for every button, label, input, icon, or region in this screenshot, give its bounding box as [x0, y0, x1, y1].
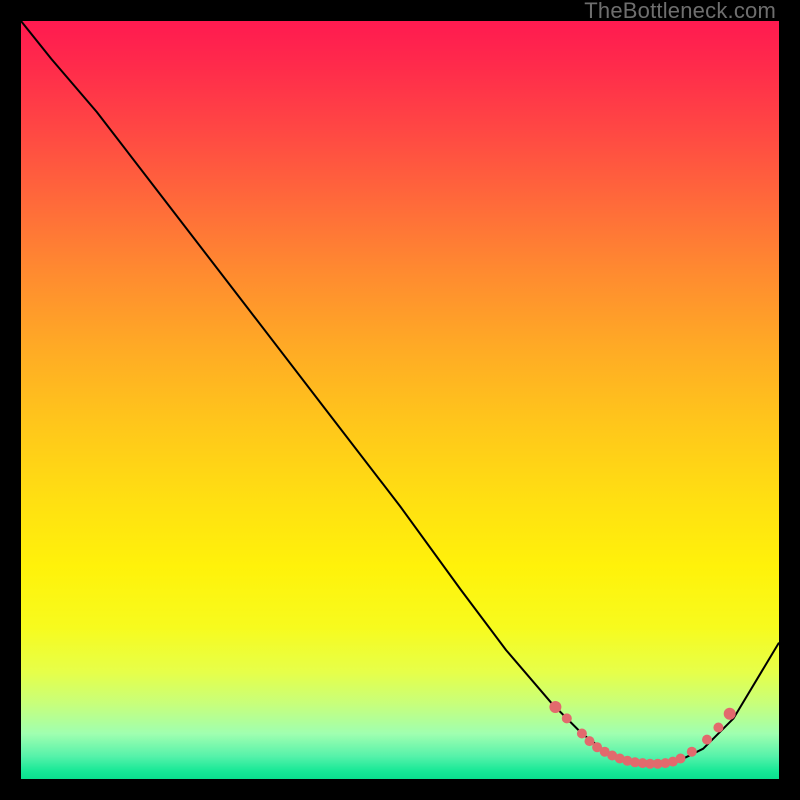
attribution-label: TheBottleneck.com	[584, 0, 776, 22]
highlight-dot	[724, 708, 736, 720]
chart-frame: TheBottleneck.com	[0, 0, 800, 800]
plot-area	[21, 21, 779, 779]
highlight-dot	[577, 729, 587, 739]
highlight-dot-group	[549, 701, 735, 769]
highlight-dot	[676, 754, 686, 764]
bottleneck-curve	[21, 21, 779, 764]
highlight-dot	[713, 723, 723, 733]
highlight-dot	[562, 713, 572, 723]
curve-layer	[21, 21, 779, 779]
highlight-dot	[687, 747, 697, 757]
highlight-dot	[702, 735, 712, 745]
highlight-dot	[549, 701, 561, 713]
